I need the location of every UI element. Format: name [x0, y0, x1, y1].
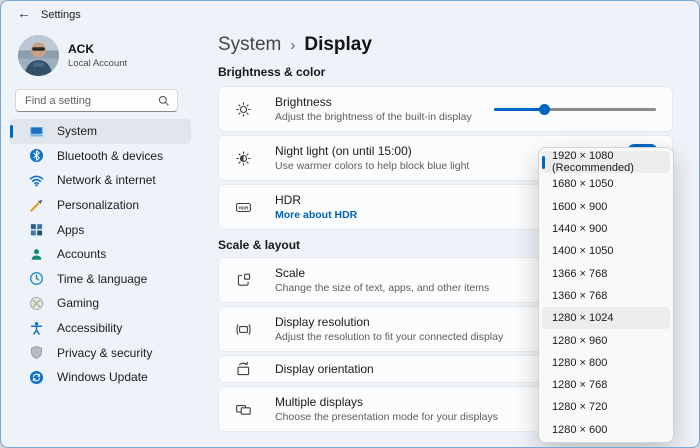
resolution-option[interactable]: 1680 × 1050: [542, 173, 670, 195]
night-light-icon: [235, 150, 252, 167]
personalization-icon: [29, 198, 44, 213]
resolution-option[interactable]: 1280 × 600: [542, 419, 670, 441]
multiple-displays-icon: [235, 401, 252, 418]
resolution-option[interactable]: 1920 × 1080 (Recommended): [542, 151, 670, 173]
sidebar-item-label: Windows Update: [57, 370, 148, 384]
sidebar-item-network-internet[interactable]: Network & internet: [10, 168, 191, 193]
sidebar-item-personalization[interactable]: Personalization: [10, 193, 191, 218]
brightness-title: Brightness: [275, 95, 472, 109]
network-icon: [29, 173, 44, 188]
sidebar-item-label: Accounts: [57, 247, 106, 261]
sidebar-item-gaming[interactable]: Gaming: [10, 291, 191, 316]
resolution-option[interactable]: 1366 × 768: [542, 262, 670, 284]
sidebar-item-accessibility[interactable]: Accessibility: [10, 316, 191, 341]
night-light-title: Night light (on until 15:00): [275, 144, 469, 158]
display-orientation-title: Display orientation: [275, 362, 374, 376]
brightness-row: Brightness Adjust the brightness of the …: [218, 86, 673, 132]
display-orientation-icon: [235, 361, 252, 378]
display-resolution-title: Display resolution: [275, 315, 503, 329]
scale-title: Scale: [275, 266, 489, 280]
resolution-option[interactable]: 1280 × 768: [542, 374, 670, 396]
search-icon: [158, 95, 170, 107]
time-language-icon: [29, 271, 44, 286]
resolution-option[interactable]: 1440 × 900: [542, 218, 670, 240]
resolution-option[interactable]: 1280 × 720: [542, 396, 670, 418]
user-name: ACK: [68, 42, 94, 56]
sidebar-item-label: Network & internet: [57, 173, 156, 187]
sidebar-item-system[interactable]: System: [10, 119, 191, 144]
resolution-option[interactable]: 1600 × 900: [542, 196, 670, 218]
brightness-slider-thumb[interactable]: [539, 104, 550, 115]
bluetooth-icon: [29, 148, 44, 163]
hdr-title: HDR: [275, 193, 357, 207]
scale-icon: [235, 272, 252, 289]
hdr-badge-icon: HDR: [235, 199, 252, 216]
search-input[interactable]: [23, 91, 153, 110]
search-box[interactable]: [15, 89, 178, 112]
windows-update-icon: [29, 370, 44, 385]
gaming-icon: [29, 296, 44, 311]
resolution-option[interactable]: 1360 × 768: [542, 285, 670, 307]
sidebar-item-label: Time & language: [57, 272, 147, 286]
multiple-displays-title: Multiple displays: [275, 395, 498, 409]
window-title: Settings: [41, 9, 81, 21]
breadcrumb-system[interactable]: System: [218, 34, 281, 56]
sidebar-item-time-language[interactable]: Time & language: [10, 267, 191, 292]
apps-icon: [29, 222, 44, 237]
system-icon: [29, 124, 44, 139]
sidebar-item-windows-update[interactable]: Windows Update: [10, 365, 191, 390]
display-resolution-subtitle: Adjust the resolution to fit your connec…: [275, 331, 503, 343]
sidebar-item-label: Bluetooth & devices: [57, 149, 163, 163]
page-title: Display: [304, 34, 372, 56]
privacy-shield-icon: [29, 345, 44, 360]
brightness-subtitle: Adjust the brightness of the built-in di…: [275, 111, 472, 123]
sidebar-item-accounts[interactable]: Accounts: [10, 242, 191, 267]
brightness-slider-fill: [494, 108, 544, 111]
avatar[interactable]: [18, 35, 59, 76]
display-resolution-icon: [235, 321, 252, 338]
hdr-more-link[interactable]: More about HDR: [275, 209, 357, 221]
scale-subtitle: Change the size of text, apps, and other…: [275, 282, 489, 294]
sidebar-item-label: Accessibility: [57, 321, 122, 335]
section-scale-layout: Scale & layout: [218, 238, 300, 252]
accounts-icon: [29, 247, 44, 262]
sidebar-item-label: Gaming: [57, 296, 99, 310]
resolution-dropdown: 1920 × 1080 (Recommended) 1680 × 1050 16…: [538, 147, 674, 443]
sidebar-item-label: Personalization: [57, 198, 139, 212]
section-brightness-color: Brightness & color: [218, 65, 325, 79]
resolution-option[interactable]: 1400 × 1050: [542, 240, 670, 262]
settings-window: ← Settings ACK Local Account: [0, 0, 700, 448]
resolution-option[interactable]: 1280 × 1024: [542, 307, 670, 329]
back-button[interactable]: ←: [17, 5, 31, 21]
accessibility-icon: [29, 321, 44, 336]
user-account-type: Local Account: [68, 58, 127, 69]
multiple-displays-subtitle: Choose the presentation mode for your di…: [275, 411, 498, 423]
sidebar-item-label: Privacy & security: [57, 346, 152, 360]
sidebar-item-bluetooth-devices[interactable]: Bluetooth & devices: [10, 144, 191, 169]
resolution-option[interactable]: 1280 × 800: [542, 352, 670, 374]
brightness-sun-icon: [235, 101, 252, 118]
sidebar-nav: System Bluetooth & devices Network & int…: [10, 119, 191, 390]
brightness-slider[interactable]: [494, 103, 656, 116]
breadcrumb-separator-icon: ›: [290, 37, 295, 54]
sidebar-item-label: System: [57, 124, 97, 138]
sidebar-item-apps[interactable]: Apps: [10, 217, 191, 242]
night-light-subtitle: Use warmer colors to help block blue lig…: [275, 160, 469, 172]
resolution-option[interactable]: 1280 × 960: [542, 329, 670, 351]
sidebar-item-privacy-security[interactable]: Privacy & security: [10, 340, 191, 365]
avatar-photo: [18, 35, 59, 76]
sidebar-item-label: Apps: [57, 223, 84, 237]
svg-text:HDR: HDR: [239, 205, 250, 210]
breadcrumb: System › Display: [218, 34, 372, 56]
